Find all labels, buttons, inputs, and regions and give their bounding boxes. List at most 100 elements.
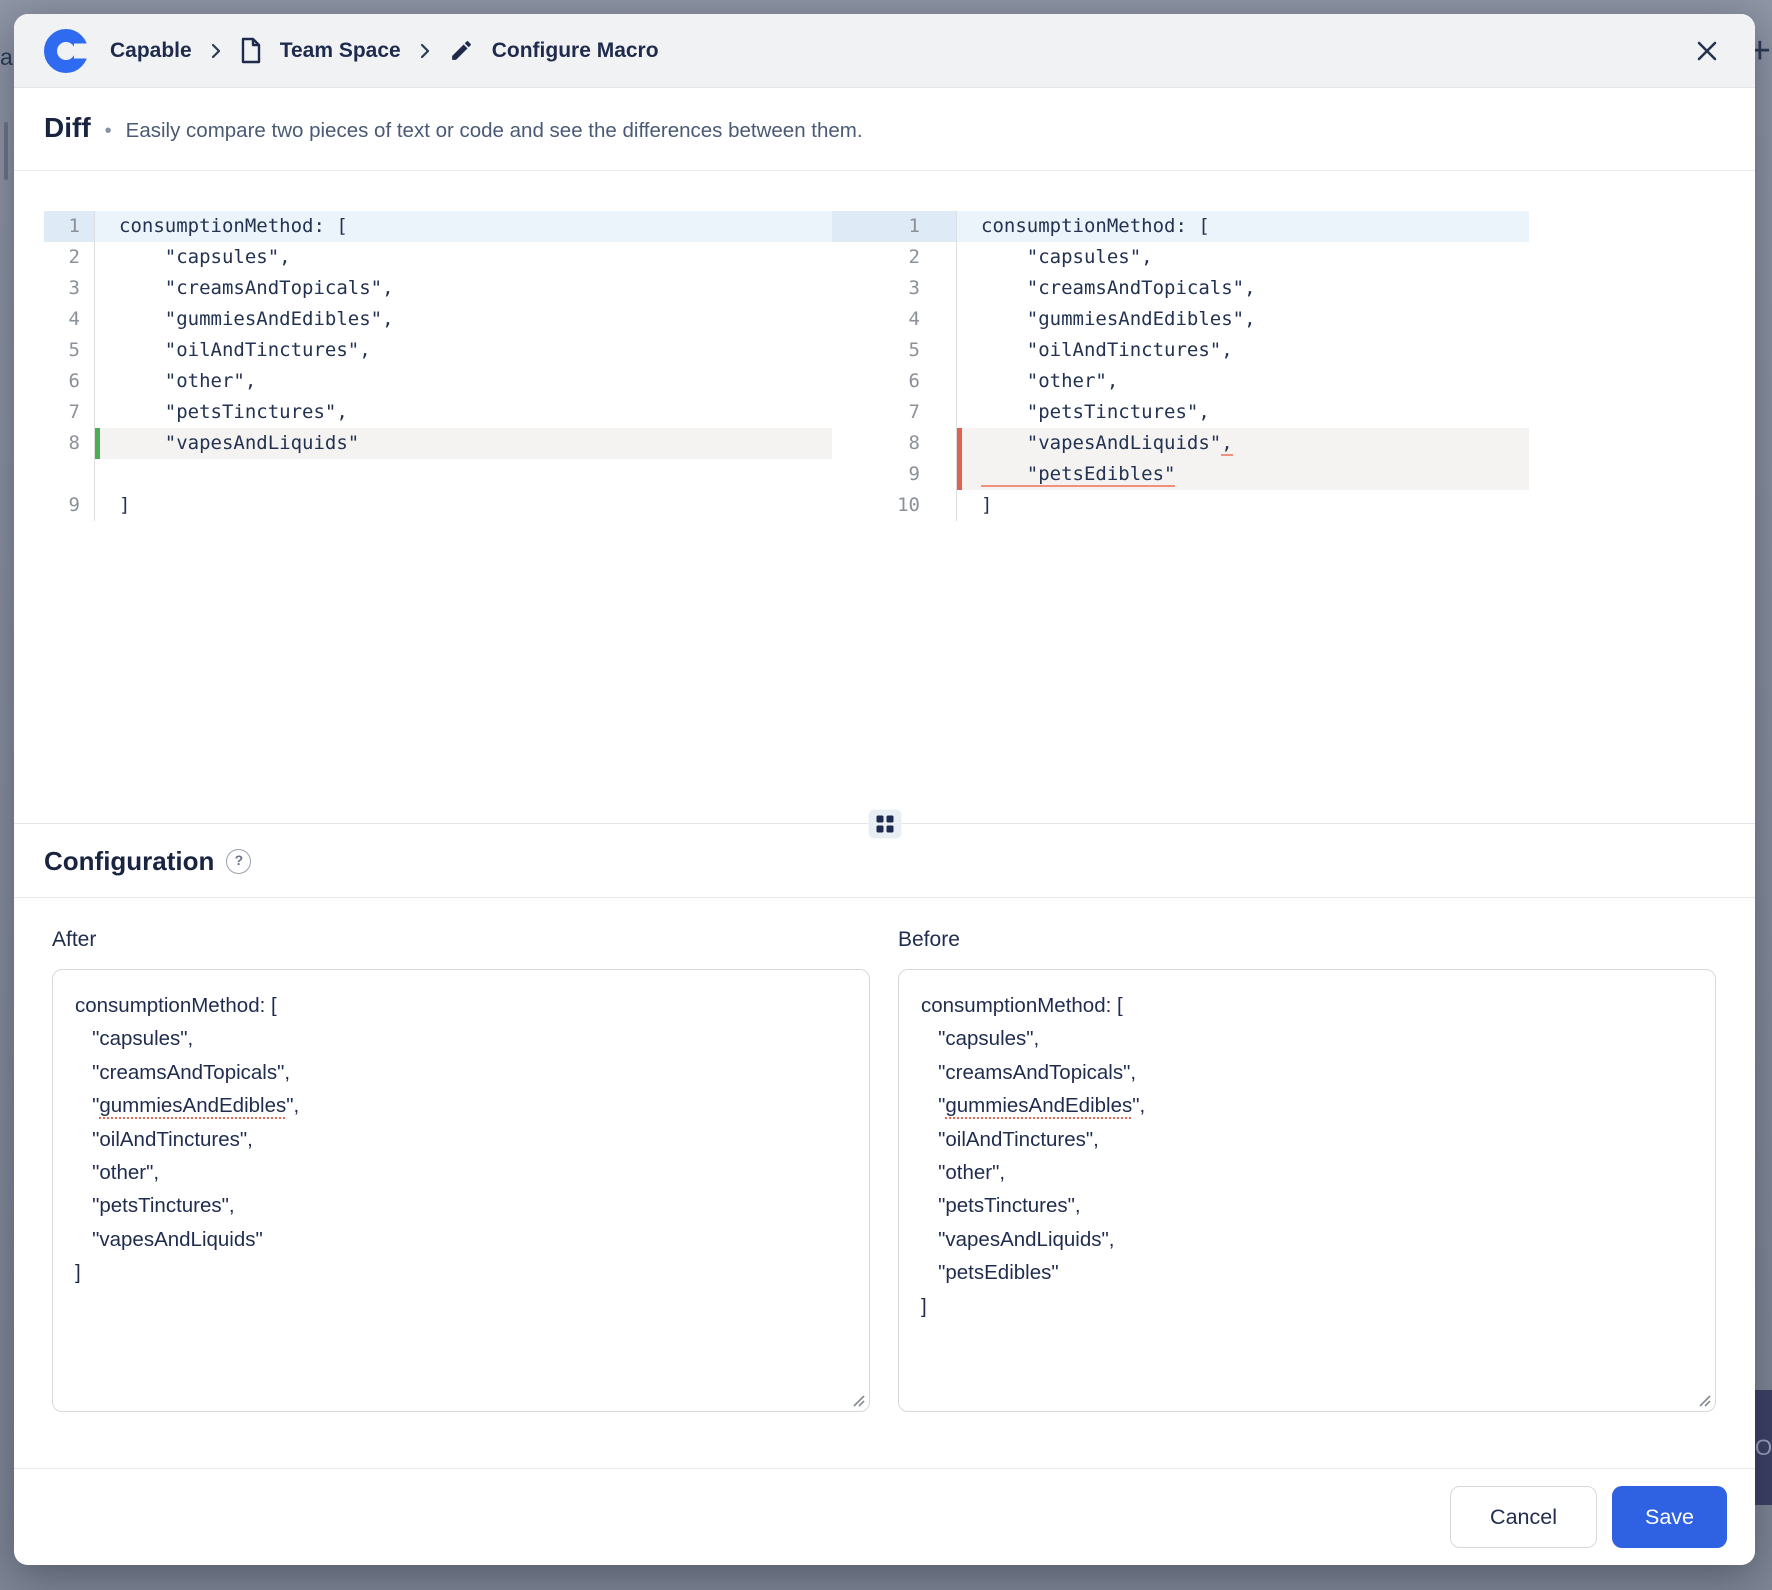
save-button[interactable]: Save xyxy=(1612,1486,1727,1548)
macro-name: Diff xyxy=(44,112,91,144)
diff-line: 5 "oilAndTinctures", xyxy=(44,335,832,366)
help-icon[interactable]: ? xyxy=(226,849,251,874)
diff-line-number: 6 xyxy=(832,366,957,397)
background-sidebar-fragment: O xyxy=(1755,1390,1772,1505)
diff-line-number: 3 xyxy=(44,273,95,304)
configuration-fields: After consumptionMethod: [ "capsules", "… xyxy=(14,898,1755,1412)
diff-line: 4 "gummiesAndEdibles", xyxy=(44,304,832,335)
diff-pane-left: 1consumptionMethod: [2 "capsules",3 "cre… xyxy=(44,211,832,823)
diff-line-number: 8 xyxy=(44,428,95,459)
dialog-header: Capable Team Space Configure Macro xyxy=(14,14,1755,88)
after-textarea[interactable]: consumptionMethod: [ "capsules", "creams… xyxy=(52,969,870,1412)
diff-line-number: 4 xyxy=(832,304,957,335)
diff-line-code: "creamsAndTopicals", xyxy=(95,273,832,304)
resize-grip-icon[interactable] xyxy=(850,1392,866,1408)
diff-pane-right: 1consumptionMethod: [2 "capsules",3 "cre… xyxy=(832,211,1529,823)
diff-line-code: "petsTinctures", xyxy=(95,397,832,428)
diff-line-number: 9 xyxy=(44,490,95,521)
before-field: Before consumptionMethod: [ "capsules", … xyxy=(898,928,1716,1412)
diff-line-code: "oilAndTinctures", xyxy=(957,335,1529,366)
textarea-line: "gummiesAndEdibles", xyxy=(75,1089,847,1122)
diff-line: 9 "petsEdibles" xyxy=(832,459,1529,490)
textarea-line: "vapesAndLiquids", xyxy=(921,1223,1693,1256)
textarea-line: ] xyxy=(75,1256,847,1289)
textarea-line: "other", xyxy=(75,1156,847,1189)
textarea-line: "petsTinctures", xyxy=(75,1189,847,1222)
diff-line: 6 "other", xyxy=(44,366,832,397)
diff-line-number: 2 xyxy=(832,242,957,273)
after-label: After xyxy=(52,928,870,952)
diff-line: 6 "other", xyxy=(832,366,1529,397)
diff-line-number: 1 xyxy=(832,211,957,242)
diff-line-code: "creamsAndTopicals", xyxy=(957,273,1529,304)
diff-line-number: 10 xyxy=(832,490,957,521)
diff-line-number: 6 xyxy=(44,366,95,397)
configuration-section: Configuration ? After consumptionMethod:… xyxy=(14,823,1755,1565)
diff-line-code: "other", xyxy=(95,366,832,397)
close-button[interactable] xyxy=(1689,33,1725,69)
diff-line-number: 2 xyxy=(44,242,95,273)
diff-line: 5 "oilAndTinctures", xyxy=(832,335,1529,366)
before-textarea[interactable]: consumptionMethod: [ "capsules", "creams… xyxy=(898,969,1716,1412)
diff-line-code: ] xyxy=(95,490,832,521)
diff-line-code: "vapesAndLiquids" xyxy=(95,428,832,459)
diff-line-code: "capsules", xyxy=(957,242,1529,273)
textarea-line: "petsTinctures", xyxy=(921,1189,1693,1222)
cancel-button[interactable]: Cancel xyxy=(1450,1486,1597,1548)
diff-line-code: "capsules", xyxy=(95,242,832,273)
background-text-fragment: a xyxy=(0,44,13,71)
diff-line-code: "vapesAndLiquids", xyxy=(957,428,1529,459)
diff-line-number: 7 xyxy=(44,397,95,428)
diff-line: 3 "creamsAndTopicals", xyxy=(832,273,1529,304)
diff-line: 3 "creamsAndTopicals", xyxy=(44,273,832,304)
diff-line-code: consumptionMethod: [ xyxy=(95,211,832,242)
textarea-line: "creamsAndTopicals", xyxy=(75,1056,847,1089)
textarea-line: "gummiesAndEdibles", xyxy=(921,1089,1693,1122)
diff-line-number xyxy=(44,459,95,490)
chevron-right-icon xyxy=(210,41,222,61)
diff-line-number: 5 xyxy=(44,335,95,366)
document-icon xyxy=(240,37,262,64)
diff-line: 4 "gummiesAndEdibles", xyxy=(832,304,1529,335)
diff-line: 2 "capsules", xyxy=(832,242,1529,273)
capable-logo-icon xyxy=(44,29,88,73)
breadcrumb-space[interactable]: Team Space xyxy=(280,39,401,63)
textarea-line: "petsEdibles" xyxy=(921,1256,1693,1289)
diff-line-code: ] xyxy=(957,490,1529,521)
diff-line-code xyxy=(95,459,832,490)
textarea-line: "creamsAndTopicals", xyxy=(921,1056,1693,1089)
diff-line-number: 9 xyxy=(832,459,957,490)
diff-line: 1consumptionMethod: [ xyxy=(832,211,1529,242)
diff-line-code: "petsEdibles" xyxy=(957,459,1529,490)
diff-line: 10] xyxy=(832,490,1529,521)
diff-line-code: "other", xyxy=(957,366,1529,397)
chevron-right-icon xyxy=(419,41,431,61)
background-scrollbar-fragment xyxy=(4,122,8,180)
diff-line: 8 "vapesAndLiquids", xyxy=(832,428,1529,459)
diff-line: 7 "petsTinctures", xyxy=(44,397,832,428)
bullet-separator: • xyxy=(105,120,112,143)
diff-line-code: "gummiesAndEdibles", xyxy=(957,304,1529,335)
resize-grip-icon[interactable] xyxy=(1696,1392,1712,1408)
diff-line-number: 7 xyxy=(832,397,957,428)
diff-line: 1consumptionMethod: [ xyxy=(44,211,832,242)
diff-line xyxy=(44,459,832,490)
breadcrumb-app[interactable]: Capable xyxy=(110,39,192,63)
diff-line-code: "oilAndTinctures", xyxy=(95,335,832,366)
textarea-line: "capsules", xyxy=(75,1022,847,1055)
textarea-line: "oilAndTinctures", xyxy=(75,1123,847,1156)
diff-line: 7 "petsTinctures", xyxy=(832,397,1529,428)
textarea-line: "other", xyxy=(921,1156,1693,1189)
pencil-icon xyxy=(449,38,474,63)
background-o-fragment: O xyxy=(1755,1435,1772,1461)
diff-preview: 1consumptionMethod: [2 "capsules",3 "cre… xyxy=(14,171,1755,823)
diff-line-code: "petsTinctures", xyxy=(957,397,1529,428)
close-icon xyxy=(1693,37,1721,65)
resize-divider-handle[interactable] xyxy=(868,810,901,839)
textarea-line: consumptionMethod: [ xyxy=(921,989,1693,1022)
diff-line-code: consumptionMethod: [ xyxy=(957,211,1529,242)
diff-line: 8 "vapesAndLiquids" xyxy=(44,428,832,459)
configuration-title: Configuration xyxy=(44,846,214,877)
diff-line: 2 "capsules", xyxy=(44,242,832,273)
breadcrumb-page: Configure Macro xyxy=(492,39,659,63)
